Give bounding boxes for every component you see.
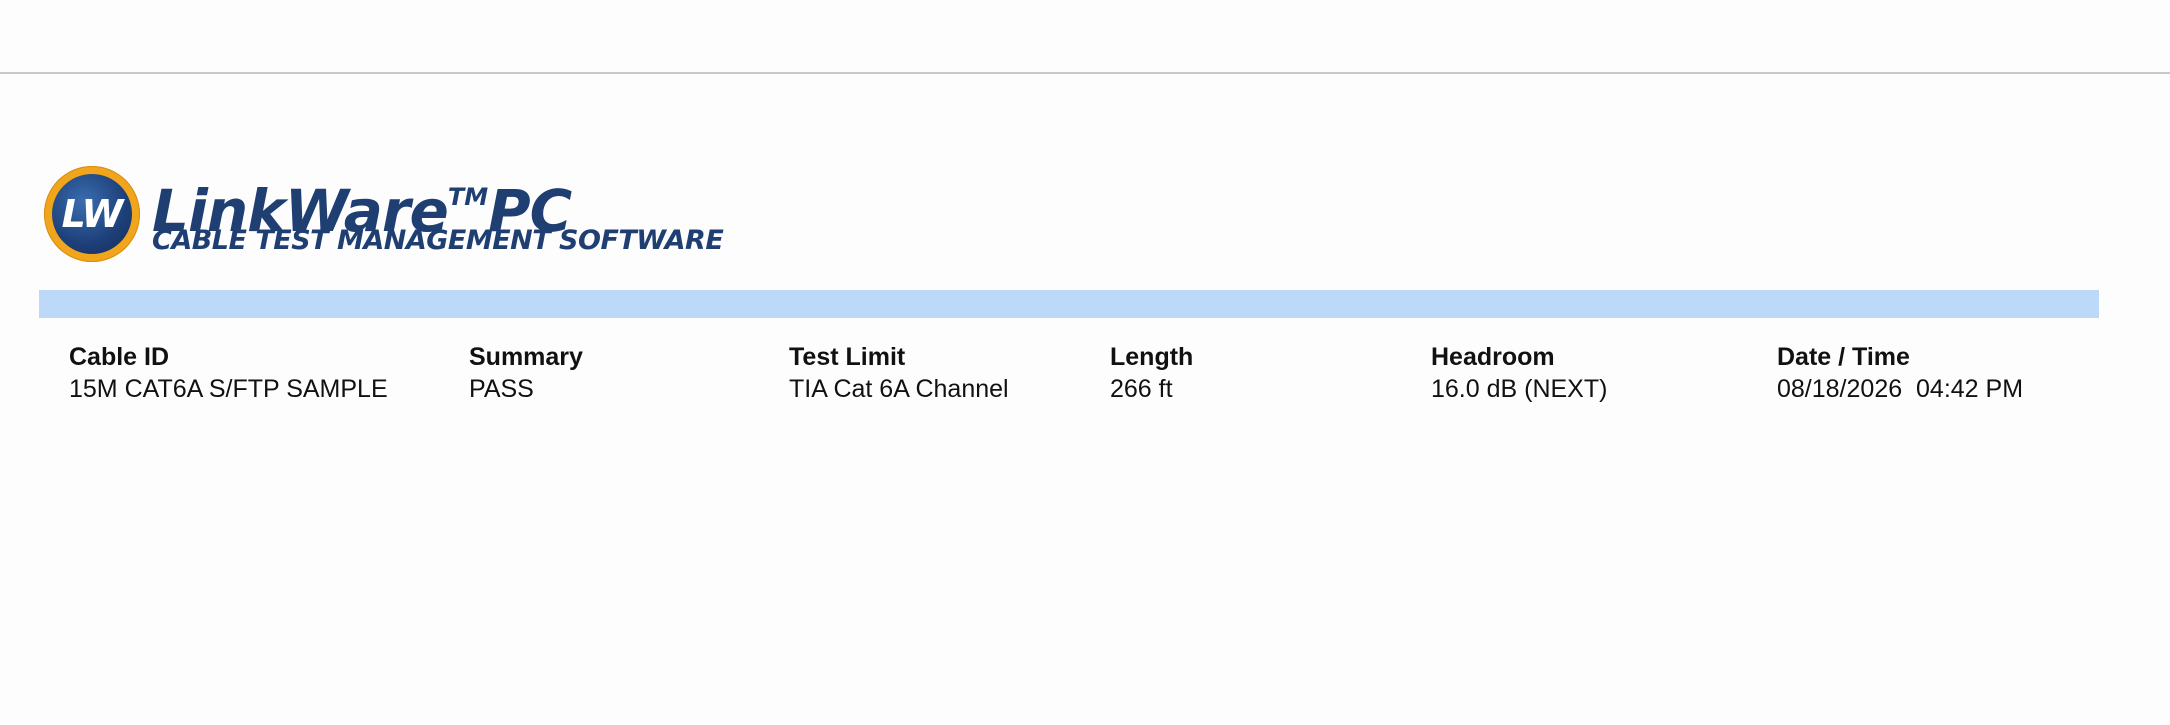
summary-value: PASS (469, 375, 534, 403)
cable-id-column: Cable ID 15M CAT6A S/FTP SAMPLE (69, 340, 388, 404)
cable-id-label: Cable ID (69, 343, 170, 371)
logo-trademark: TM (447, 183, 489, 211)
date-time-value: 08/18/2026 04:42 PM (1777, 375, 2024, 403)
length-column: Length 266 ft (1110, 340, 1193, 404)
linkware-logo: LW LinkWareTMPC CABLE TEST MANAGEMENT SO… (44, 162, 744, 272)
logo-badge-text: LW (52, 174, 132, 254)
summary-column: Summary PASS (469, 340, 583, 404)
lw-badge-icon: LW (44, 166, 140, 262)
test-limit-column: Test Limit TIA Cat 6A Channel (789, 340, 1009, 404)
logo-subtitle: CABLE TEST MANAGEMENT SOFTWARE (152, 225, 724, 256)
headroom-label: Headroom (1431, 343, 1555, 371)
date-time-column: Date / Time 08/18/2026 04:42 PM (1777, 340, 2023, 404)
date-time-label: Date / Time (1777, 343, 1910, 371)
test-summary-row: Cable ID 15M CAT6A S/FTP SAMPLE Summary … (0, 340, 2170, 410)
top-divider (0, 72, 2170, 74)
headroom-value: 16.0 dB (NEXT) (1431, 375, 1608, 403)
test-limit-value: TIA Cat 6A Channel (789, 375, 1009, 403)
test-limit-label: Test Limit (789, 343, 906, 371)
header-band (39, 290, 2099, 318)
length-label: Length (1110, 343, 1194, 371)
cable-id-value: 15M CAT6A S/FTP SAMPLE (69, 375, 388, 403)
summary-label: Summary (469, 343, 583, 371)
length-value: 266 ft (1110, 375, 1173, 403)
headroom-column: Headroom 16.0 dB (NEXT) (1431, 340, 1607, 404)
